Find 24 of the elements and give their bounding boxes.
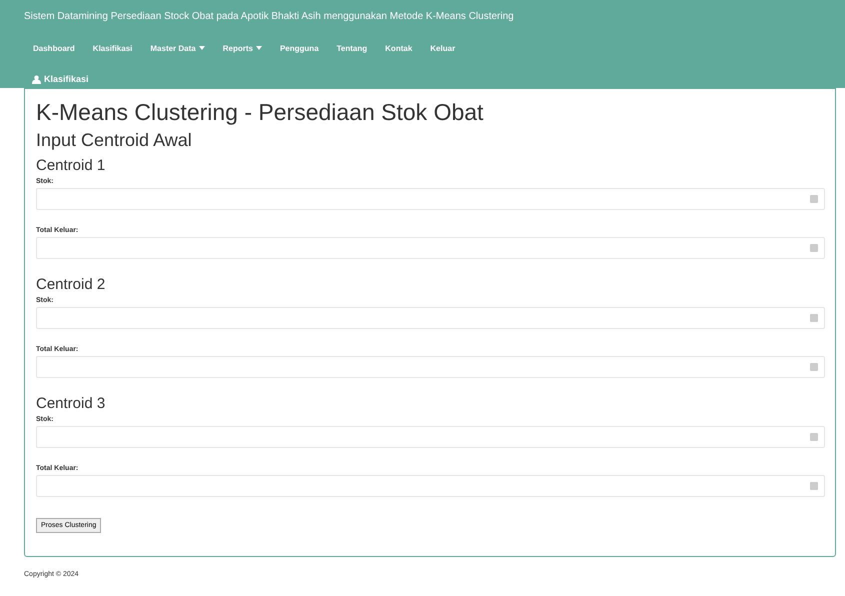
centroid-title: Centroid 3	[36, 395, 106, 412]
page-title: K-Means Clustering - Persediaan Stok Obat	[36, 99, 484, 126]
centroid-title: Centroid 1	[36, 157, 106, 174]
nav-item[interactable]: Master Data	[141, 38, 214, 58]
nav-item[interactable]: Tentang	[328, 38, 376, 58]
nav-item[interactable]: Pengguna	[270, 38, 328, 58]
number-field[interactable]	[36, 237, 825, 259]
number-field[interactable]	[36, 188, 825, 210]
number-field[interactable]	[36, 426, 825, 448]
caret-icon	[256, 46, 262, 50]
panel-title: Klasifikasi	[44, 74, 89, 84]
caret-icon	[198, 46, 205, 50]
number-field[interactable]	[36, 307, 825, 329]
user-icon	[32, 74, 41, 84]
nav-item[interactable]: Kontak	[376, 38, 422, 58]
nav-item[interactable]: Keluar	[421, 38, 464, 58]
site-title: Sistem Datamining Persediaan Stock Obat pada Apotik Bhakti Asih menggunakan Metode K-Means Clustering	[23, 10, 515, 24]
number-field[interactable]	[36, 475, 825, 497]
nav-item[interactable]: Reports	[214, 38, 271, 58]
nav-item[interactable]: Klasifikasi	[84, 38, 142, 58]
centroid-title: Centroid 2	[36, 276, 106, 293]
section-title: Input Centroid Awal	[36, 130, 193, 151]
number-field[interactable]	[36, 356, 825, 378]
nav-item[interactable]: Dashboard	[24, 38, 84, 58]
